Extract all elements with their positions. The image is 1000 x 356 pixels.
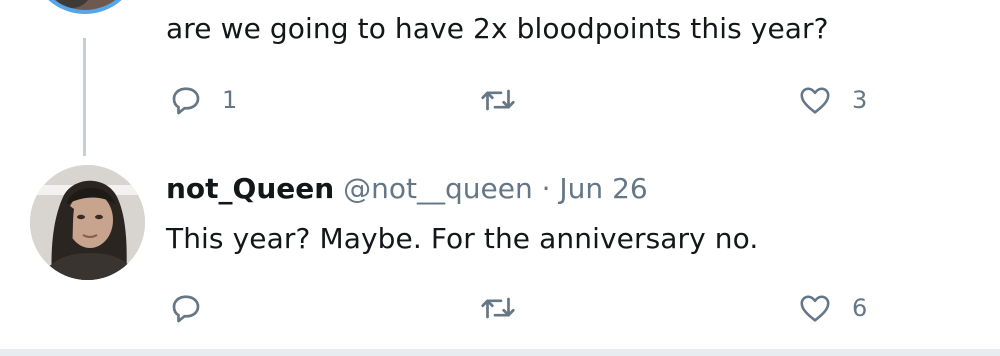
thread-connector-line — [83, 38, 86, 156]
reply-button[interactable]: 1 — [168, 80, 237, 120]
previous-tweet-text: are we going to have 2x bloodpoints this… — [166, 12, 829, 45]
reply-tweet-text: This year? Maybe. For the anniversary no… — [166, 222, 759, 255]
avatar-photo — [30, 165, 145, 280]
tweet-divider — [0, 349, 1000, 356]
reply-author-avatar[interactable] — [30, 165, 145, 280]
reply-button[interactable] — [168, 288, 222, 328]
heart-icon — [800, 87, 830, 114]
retweet-button[interactable] — [478, 288, 518, 328]
previous-tweet-actions: 1 3 — [166, 80, 926, 120]
reply-header: not_Queen @not__queen · Jun 26 — [166, 172, 648, 205]
reply-icon — [172, 87, 200, 115]
reply-icon — [172, 295, 200, 323]
retweet-icon — [481, 89, 515, 111]
user-handle[interactable]: @not__queen — [343, 172, 533, 205]
retweet-button[interactable] — [478, 80, 518, 120]
previous-tweet-avatar[interactable] — [30, 0, 140, 14]
retweet-icon — [481, 297, 515, 319]
like-count: 3 — [852, 86, 868, 114]
heart-icon — [800, 295, 830, 322]
header-separator: · — [541, 172, 551, 205]
like-button[interactable]: 6 — [796, 288, 867, 328]
reply-count: 1 — [222, 86, 238, 114]
tweet-date[interactable]: Jun 26 — [559, 172, 647, 205]
like-button[interactable]: 3 — [796, 80, 867, 120]
display-name[interactable]: not_Queen — [166, 172, 334, 205]
reply-tweet-actions: 6 — [166, 288, 926, 328]
like-count: 6 — [852, 294, 868, 322]
tweet-thread: are we going to have 2x bloodpoints this… — [0, 0, 1000, 356]
